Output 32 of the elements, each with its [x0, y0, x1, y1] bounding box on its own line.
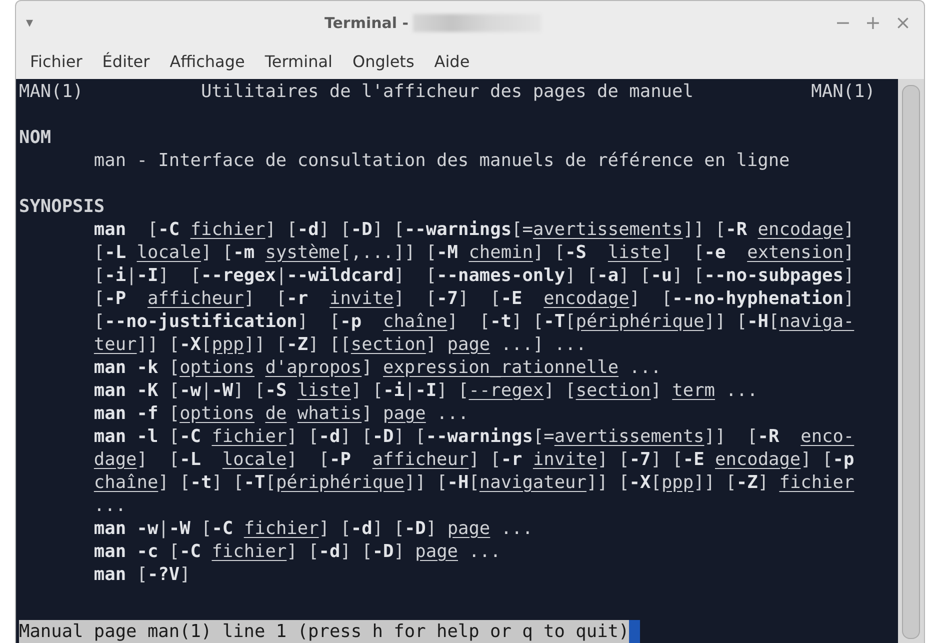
- terminal-line: man -K [-w|-W] [-S liste] [-i|-I] [--regex] [section] term ...: [92, 379, 759, 402]
- menu-item[interactable]: Aide: [424, 50, 480, 74]
- section-heading: NOM: [19, 126, 52, 149]
- page-header-title: Utilitaires de l'afficheur des pages de manuel: [200, 80, 694, 103]
- terminal-line: man -c [-C fichier] [-d] [-D] page ...: [92, 540, 502, 563]
- menu-item[interactable]: Onglets: [342, 50, 424, 74]
- terminal-line: [-i|-I] [--regex|--wildcard] [--names-only] [-a] [-u] [--no-subpages]: [92, 264, 856, 287]
- terminal-line: man [-?V]: [92, 563, 192, 586]
- terminal-line: man -l [-C fichier] [-d] [-D] [--warnings[=avertissements]] [-R enco-: [92, 425, 856, 448]
- terminal-line: [--no-justification] [-p chaîne] [-t] [-T[périphérique]] [-H[naviga-: [92, 310, 856, 333]
- window-menu-arrow[interactable]: ▾: [26, 12, 34, 34]
- terminal-line: man -f [options de whatis] page ...: [92, 402, 470, 425]
- section-heading: SYNOPSIS: [19, 195, 106, 218]
- terminal-line: man -k [options d'apropos] expression_rationnelle ...: [92, 356, 662, 379]
- terminal-line: ...: [92, 494, 128, 517]
- terminal-line: [-P afficheur] [-r invite] [-7] [-E encodage] [--no-hyphenation]: [92, 287, 856, 310]
- terminal-line: man - Interface de consultation des manuels de référence en ligne: [92, 149, 791, 172]
- terminal-line: [-L locale] [-m système[,...]] [-M chemin] [-S liste] [-e extension]: [92, 241, 856, 264]
- terminal-line: teur]] [-X[ppp]] [-Z] [[section] page ...] ...: [92, 333, 588, 356]
- terminal-line: dage] [-L locale] [-P afficheur] [-r invite] [-7] [-E encodage] [-p: [92, 448, 856, 471]
- menu-item[interactable]: Éditer: [92, 50, 160, 74]
- menu-item[interactable]: Affichage: [160, 50, 255, 74]
- terminal-line: man -w|-W [-C fichier] [-d] [-D] page ...: [92, 517, 534, 540]
- window-title: Terminal -: [324, 12, 408, 34]
- page-header-left: MAN(1): [19, 80, 84, 103]
- terminal-line: chaîne] [-t] [-T[périphérique]] [-H[navigateur]] [-X[ppp]] [-Z] fichier: [92, 471, 856, 494]
- menu-item[interactable]: Fichier: [20, 50, 92, 74]
- cursor-block: [629, 620, 640, 643]
- scrollbar-thumb[interactable]: [902, 85, 920, 639]
- menu-item[interactable]: Terminal: [254, 50, 342, 74]
- terminal-line: man [-C fichier] [-d] [-D] [--warnings[=avertissements]] [-R encodage]: [92, 218, 856, 241]
- page-header-right: MAN(1): [811, 80, 876, 103]
